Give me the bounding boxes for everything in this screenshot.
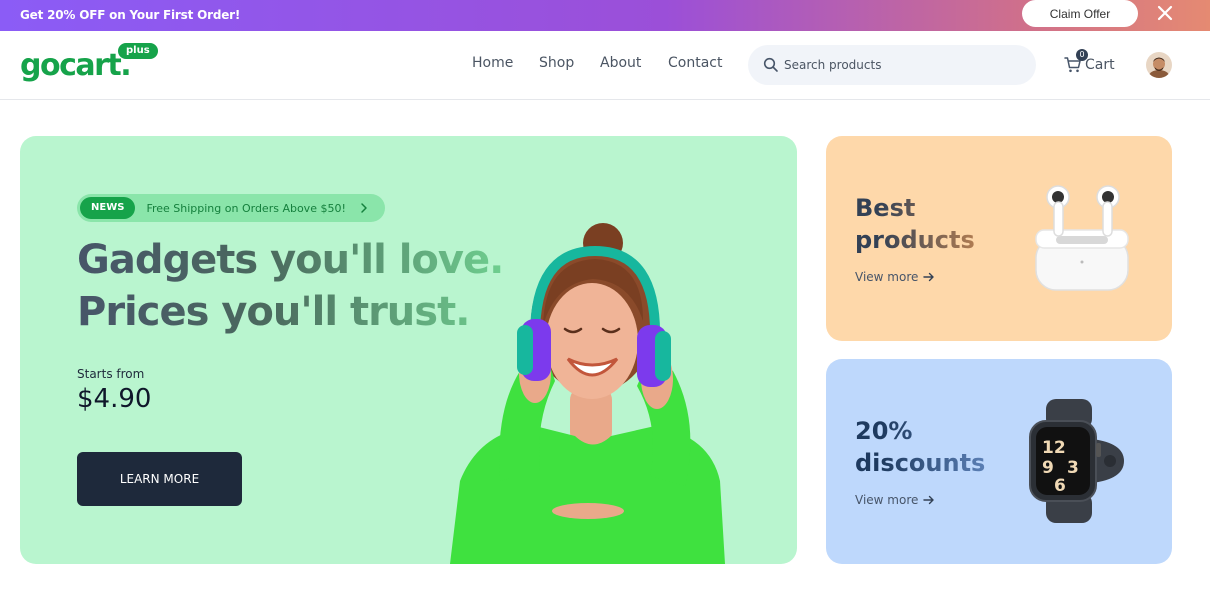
view-more-link[interactable]: View more [855,493,935,507]
arrow-right-icon [923,272,935,282]
search-input[interactable] [784,55,1014,75]
card-title-line-2: discounts [855,449,986,477]
user-avatar[interactable] [1146,52,1172,78]
logo[interactable]: gocart. plus [20,43,158,86]
search-bar[interactable] [748,45,1036,85]
view-more-link[interactable]: View more [855,270,935,284]
logo-badge: plus [118,43,158,59]
card-title: Best products [855,192,975,256]
discounts-card[interactable]: 20% discounts View more 12 9 3 6 [826,359,1172,564]
view-more-label: View more [855,270,919,284]
close-icon[interactable] [1156,4,1174,22]
cart-count-badge: 0 [1076,49,1088,61]
card-title-line-1: Best [855,194,916,222]
news-tag: NEWS [80,197,136,219]
svg-text:3: 3 [1067,458,1079,478]
hero-model-image [450,223,725,564]
promo-bar: Get 20% OFF on Your First Order! Claim O… [0,0,1210,31]
news-banner[interactable]: NEWS Free Shipping on Orders Above $50! [77,194,385,222]
cart-button[interactable]: 0 Cart [1064,49,1115,77]
starting-price: $4.90 [77,384,152,414]
starts-from-label: Starts from [77,367,145,381]
chevron-right-icon [361,203,367,213]
svg-text:12: 12 [1042,438,1066,458]
best-products-card[interactable]: Best products View more [826,136,1172,341]
promo-message: Get 20% OFF on Your First Order! [20,8,241,22]
svg-text:6: 6 [1054,476,1066,496]
cart-label: Cart [1085,57,1115,73]
nav-home[interactable]: Home [472,55,513,71]
site-header: gocart. plus Home Shop About Contact 0 C… [0,31,1210,100]
card-title-line-2: products [855,226,975,254]
view-more-label: View more [855,493,919,507]
claim-offer-button[interactable]: Claim Offer [1022,0,1138,27]
learn-more-button[interactable]: LEARN MORE [77,452,242,506]
svg-text:9: 9 [1042,458,1054,478]
card-title: 20% discounts [855,415,985,479]
avatar-image [1146,52,1172,78]
nav-about[interactable]: About [600,55,641,71]
airpods-icon [1035,185,1129,291]
search-icon [763,57,778,72]
smartwatch-icon: 12 9 3 6 [1029,399,1124,523]
news-text: Free Shipping on Orders Above $50! [146,201,346,215]
nav-contact[interactable]: Contact [668,55,722,71]
nav-shop[interactable]: Shop [539,55,574,71]
card-title-line-1: 20% [855,417,913,445]
arrow-right-icon [923,495,935,505]
logo-text: gocart [20,48,122,83]
hero-banner: NEWS Free Shipping on Orders Above $50! … [20,136,797,564]
